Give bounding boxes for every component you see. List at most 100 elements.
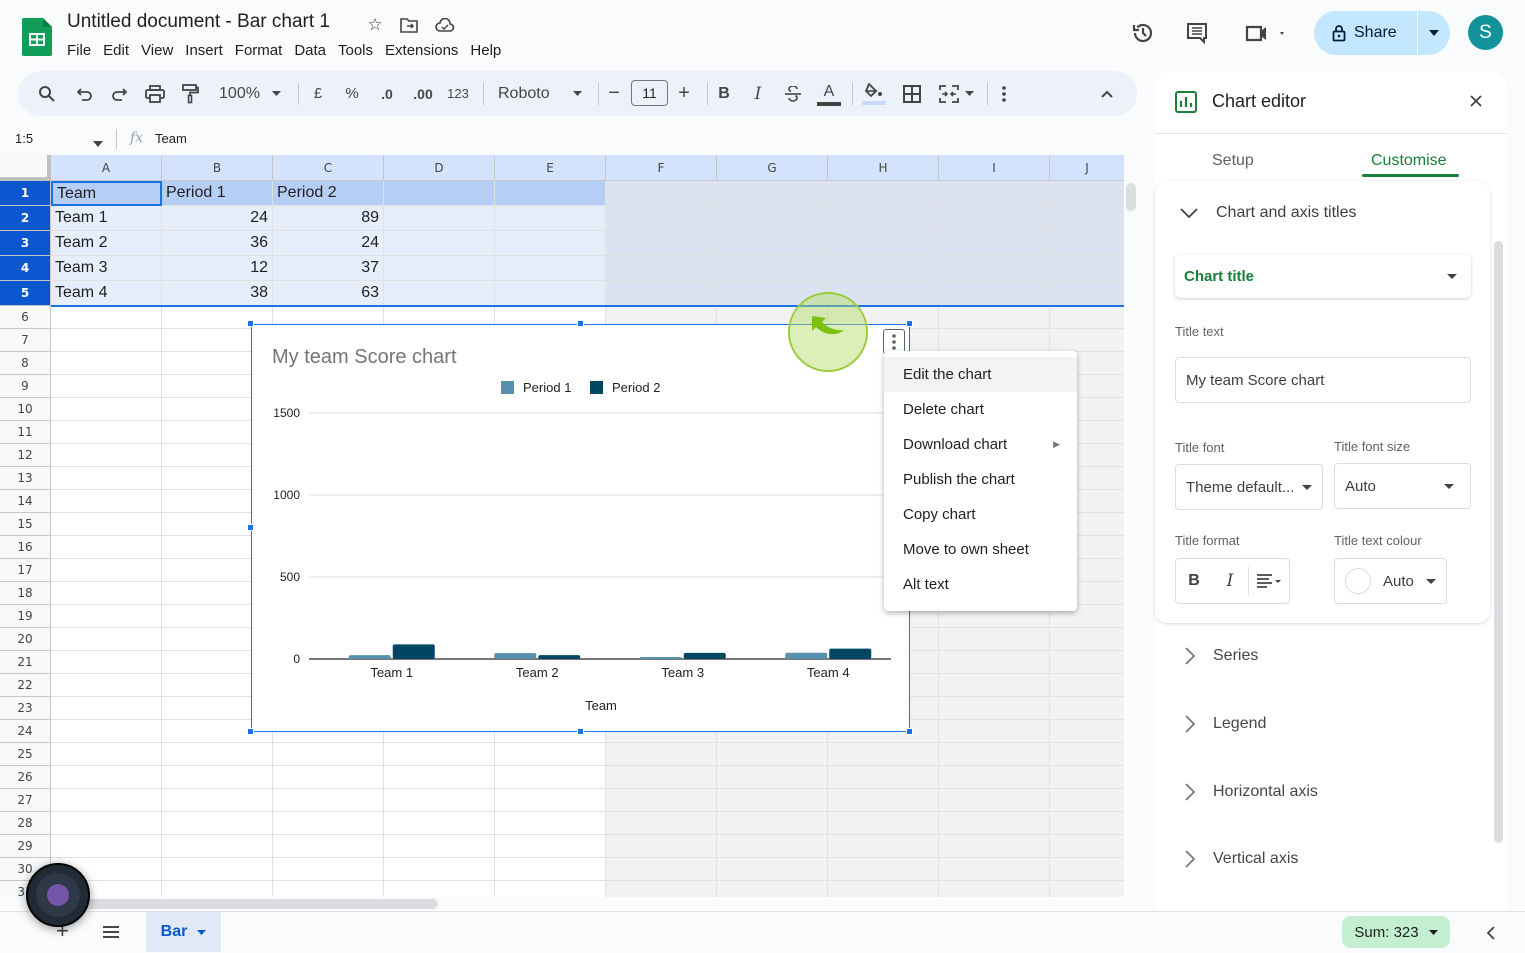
column-header[interactable]: J	[1050, 155, 1124, 181]
grid-cell[interactable]	[495, 256, 606, 281]
grid-cell[interactable]	[939, 858, 1050, 881]
grid-cell[interactable]	[939, 835, 1050, 858]
resize-handle[interactable]	[906, 320, 913, 327]
row-header[interactable]: 18	[0, 582, 51, 605]
grid-cell[interactable]	[384, 812, 495, 835]
recorder-widget[interactable]	[26, 863, 90, 927]
grid-cell[interactable]	[51, 582, 162, 605]
bold-button[interactable]: B	[714, 71, 734, 116]
collapse-side-panel-icon[interactable]	[1486, 926, 1495, 945]
row-header[interactable]: 1	[0, 181, 51, 206]
row-header[interactable]: 7	[0, 329, 51, 352]
panel-scrollbar[interactable]	[1494, 241, 1503, 843]
row-header[interactable]: 3	[0, 231, 51, 256]
select-all-corner[interactable]	[0, 155, 51, 181]
more-formats-button[interactable]: 123	[444, 71, 472, 116]
grid-cell[interactable]	[606, 812, 717, 835]
text-color-button[interactable]: A	[816, 71, 842, 116]
grid-cell[interactable]	[717, 181, 828, 206]
increase-decimal-button[interactable]: .00	[408, 71, 438, 116]
grid-cell[interactable]: Team 1	[51, 206, 162, 231]
grid-cell[interactable]: 37	[273, 256, 384, 281]
grid-cell[interactable]	[384, 181, 495, 206]
row-header[interactable]: 21	[0, 651, 51, 674]
row-header[interactable]: 22	[0, 674, 51, 697]
row-header[interactable]: 27	[0, 789, 51, 812]
grid-cell[interactable]	[1050, 206, 1124, 231]
grid-cell[interactable]	[495, 281, 606, 306]
grid-cell[interactable]	[51, 536, 162, 559]
strikethrough-icon[interactable]	[782, 71, 804, 116]
row-header[interactable]: 16	[0, 536, 51, 559]
grid-cell[interactable]	[51, 651, 162, 674]
column-header[interactable]: B	[162, 155, 273, 181]
grid-cell[interactable]	[717, 812, 828, 835]
grid-cell[interactable]	[51, 812, 162, 835]
grid-cell[interactable]	[717, 881, 828, 897]
all-sheets-icon[interactable]	[102, 925, 120, 944]
row-header[interactable]: 8	[0, 352, 51, 375]
grid-cell[interactable]: 12	[162, 256, 273, 281]
grid-cell[interactable]	[828, 206, 939, 231]
grid-cell[interactable]	[606, 256, 717, 281]
decrease-decimal-button[interactable]: .0	[372, 71, 402, 116]
grid-cell[interactable]	[606, 206, 717, 231]
grid-cell[interactable]	[384, 789, 495, 812]
grid-cell[interactable]	[495, 789, 606, 812]
grid-cell[interactable]	[1050, 812, 1124, 835]
document-title[interactable]: Untitled document - Bar chart 1	[67, 11, 330, 33]
grid-cell[interactable]	[51, 398, 162, 421]
meet-icon[interactable]	[1242, 18, 1290, 48]
grid-cell[interactable]	[51, 352, 162, 375]
grid-cell[interactable]	[828, 789, 939, 812]
grid-cell[interactable]	[162, 766, 273, 789]
grid-cell[interactable]	[939, 743, 1050, 766]
grid-cell[interactable]	[384, 256, 495, 281]
grid-cell[interactable]	[717, 256, 828, 281]
grid-cell[interactable]	[495, 812, 606, 835]
grid-cell[interactable]	[51, 835, 162, 858]
title-colour-select[interactable]: Auto	[1334, 558, 1447, 604]
grid-cell[interactable]	[51, 628, 162, 651]
row-header[interactable]: 13	[0, 467, 51, 490]
column-header[interactable]: E	[495, 155, 606, 181]
grid-cell[interactable]	[606, 881, 717, 897]
grid-cell[interactable]	[1050, 329, 1124, 352]
grid-cell[interactable]	[939, 697, 1050, 720]
borders-icon[interactable]	[900, 71, 924, 116]
row-header[interactable]: 6	[0, 306, 51, 329]
row-header[interactable]: 4	[0, 256, 51, 281]
grid-cell[interactable]	[384, 766, 495, 789]
redo-icon[interactable]	[107, 71, 131, 116]
row-header[interactable]: 10	[0, 398, 51, 421]
grid-cell[interactable]	[1050, 766, 1124, 789]
grid-cell[interactable]	[384, 231, 495, 256]
menu-extensions[interactable]: Extensions	[379, 41, 464, 60]
grid-cell[interactable]: 89	[273, 206, 384, 231]
grid-cell[interactable]	[939, 231, 1050, 256]
resize-handle[interactable]	[247, 524, 254, 531]
tab-setup[interactable]: Setup	[1212, 152, 1254, 170]
row-header[interactable]: 12	[0, 444, 51, 467]
grid-cell[interactable]	[828, 743, 939, 766]
grid-cell[interactable]	[162, 881, 273, 897]
menu-help[interactable]: Help	[464, 41, 507, 60]
grid-cell[interactable]	[939, 281, 1050, 306]
menu-item-edit-chart[interactable]: Edit the chart	[884, 357, 1077, 392]
column-header[interactable]: A	[51, 155, 162, 181]
menu-view[interactable]: View	[135, 41, 179, 60]
column-header[interactable]: D	[384, 155, 495, 181]
section-legend[interactable]: Legend	[1185, 715, 1266, 733]
cloud-saved-icon[interactable]	[434, 14, 456, 36]
grid-cell[interactable]	[828, 812, 939, 835]
menu-edit[interactable]: Edit	[97, 41, 135, 60]
grid-cell[interactable]	[939, 674, 1050, 697]
grid-cell[interactable]	[51, 421, 162, 444]
grid-cell[interactable]	[606, 858, 717, 881]
column-header[interactable]: G	[717, 155, 828, 181]
active-cell[interactable]: Team	[51, 181, 162, 206]
more-options-icon[interactable]	[994, 71, 1014, 116]
row-header[interactable]: 11	[0, 421, 51, 444]
menu-item-download-chart[interactable]: Download chart ▶	[884, 427, 1077, 462]
grid-cell[interactable]: Team 2	[51, 231, 162, 256]
